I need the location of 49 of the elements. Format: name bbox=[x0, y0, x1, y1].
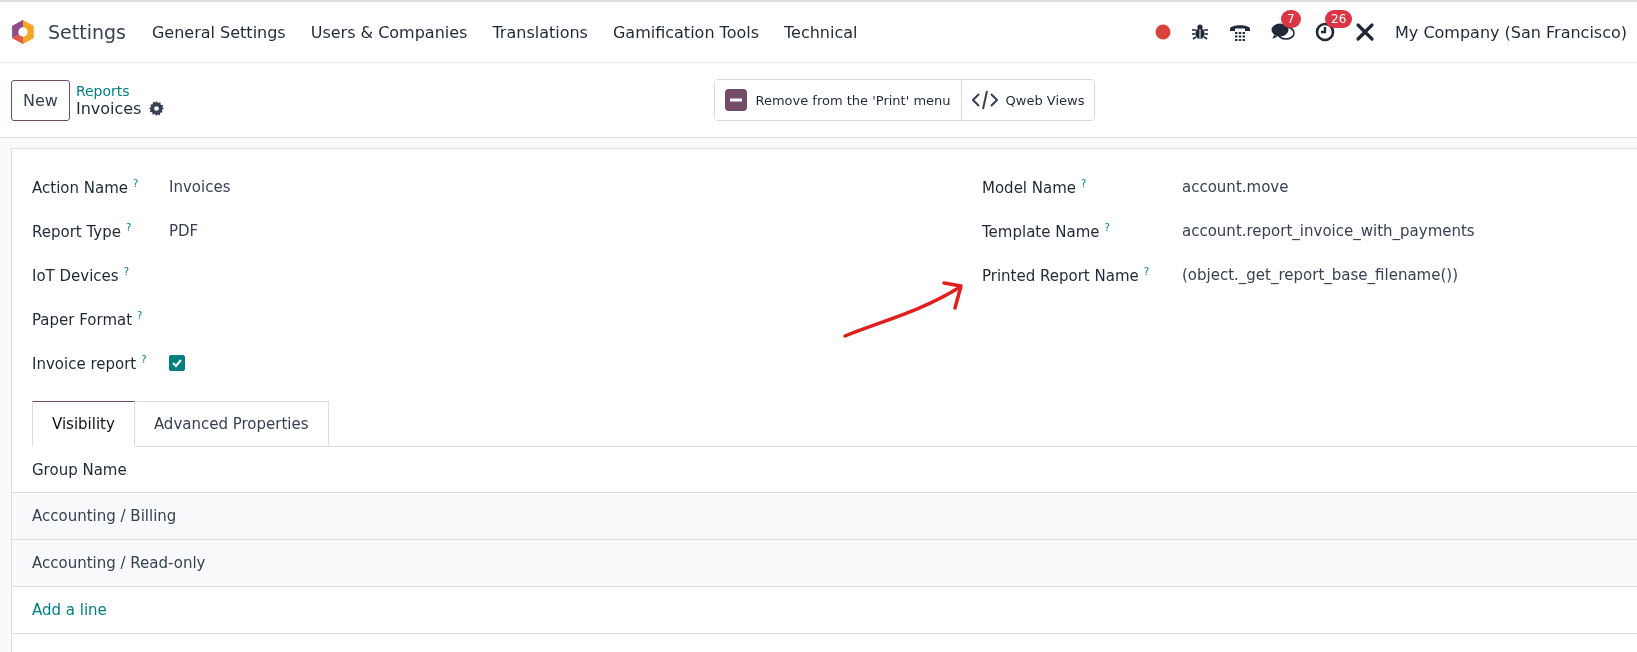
column-header: Group Name bbox=[32, 460, 127, 479]
help-tooltip-mark[interactable]: ? bbox=[1104, 221, 1110, 233]
menu-item[interactable]: General Settings bbox=[151, 22, 286, 42]
table-cell[interactable]: Accounting / Billing bbox=[32, 507, 177, 525]
new-button[interactable]: New bbox=[11, 79, 70, 121]
company-switcher[interactable]: My Company (San Francisco) bbox=[1395, 22, 1627, 42]
help-tooltip-mark[interactable]: ? bbox=[123, 265, 129, 277]
help-tooltip-mark[interactable]: ? bbox=[1143, 265, 1150, 277]
help-tooltip-mark[interactable]: ? bbox=[137, 309, 143, 321]
code-icon bbox=[971, 90, 998, 110]
notification-badge: 7 bbox=[1281, 10, 1301, 28]
add-line-link[interactable]: Add a line bbox=[32, 601, 107, 619]
field-label: Printed Report Name bbox=[982, 266, 1139, 285]
settings-icon[interactable] bbox=[149, 100, 165, 116]
action-button[interactable]: Remove from the 'Print' menu bbox=[715, 80, 962, 120]
tab[interactable]: Visibility bbox=[32, 401, 135, 447]
field-value[interactable]: Invoices bbox=[169, 178, 231, 196]
help-tooltip-mark[interactable]: ? bbox=[125, 221, 132, 233]
app-logo-icon[interactable] bbox=[10, 19, 36, 45]
field-value[interactable]: (object._get_report_base_filename()) bbox=[1182, 266, 1458, 284]
checkbox[interactable] bbox=[169, 355, 185, 371]
field-label: Paper Format bbox=[32, 310, 133, 329]
clock-icon[interactable] bbox=[1315, 22, 1336, 42]
menu-item[interactable]: Translations bbox=[492, 22, 588, 42]
field-value[interactable]: PDF bbox=[169, 222, 199, 240]
field-label: Model Name bbox=[982, 178, 1077, 197]
bug-icon[interactable] bbox=[1191, 23, 1210, 41]
help-tooltip-mark[interactable]: ? bbox=[141, 353, 147, 365]
app-name[interactable]: Settings bbox=[48, 21, 126, 43]
menu-item[interactable]: Users & Companies bbox=[310, 22, 468, 42]
menu-item[interactable]: Technical bbox=[784, 22, 858, 42]
table-cell[interactable]: Accounting / Read-only bbox=[32, 554, 206, 572]
field-label: Report Type bbox=[32, 222, 121, 241]
field-label: Invoice report bbox=[32, 354, 137, 373]
minus-icon bbox=[725, 89, 748, 111]
field-label: Action Name bbox=[32, 178, 128, 197]
field-value[interactable]: account.report_invoice_with_payments bbox=[1182, 222, 1475, 240]
field-label: Template Name bbox=[982, 222, 1100, 241]
help-tooltip-mark[interactable]: ? bbox=[133, 177, 139, 189]
phone-icon[interactable] bbox=[1229, 22, 1252, 42]
field-label: IoT Devices bbox=[32, 266, 119, 285]
breadcrumb-link[interactable]: Reports bbox=[75, 82, 165, 99]
notification-badge: 26 bbox=[1325, 10, 1353, 28]
tab[interactable]: Advanced Properties bbox=[134, 401, 329, 447]
field-value[interactable]: account.move bbox=[1182, 178, 1289, 196]
status-dot-icon[interactable] bbox=[1155, 24, 1172, 40]
menu-item[interactable]: Gamification Tools bbox=[612, 22, 759, 42]
help-tooltip-mark[interactable]: ? bbox=[1081, 177, 1087, 189]
record-title: Invoices bbox=[75, 98, 142, 118]
